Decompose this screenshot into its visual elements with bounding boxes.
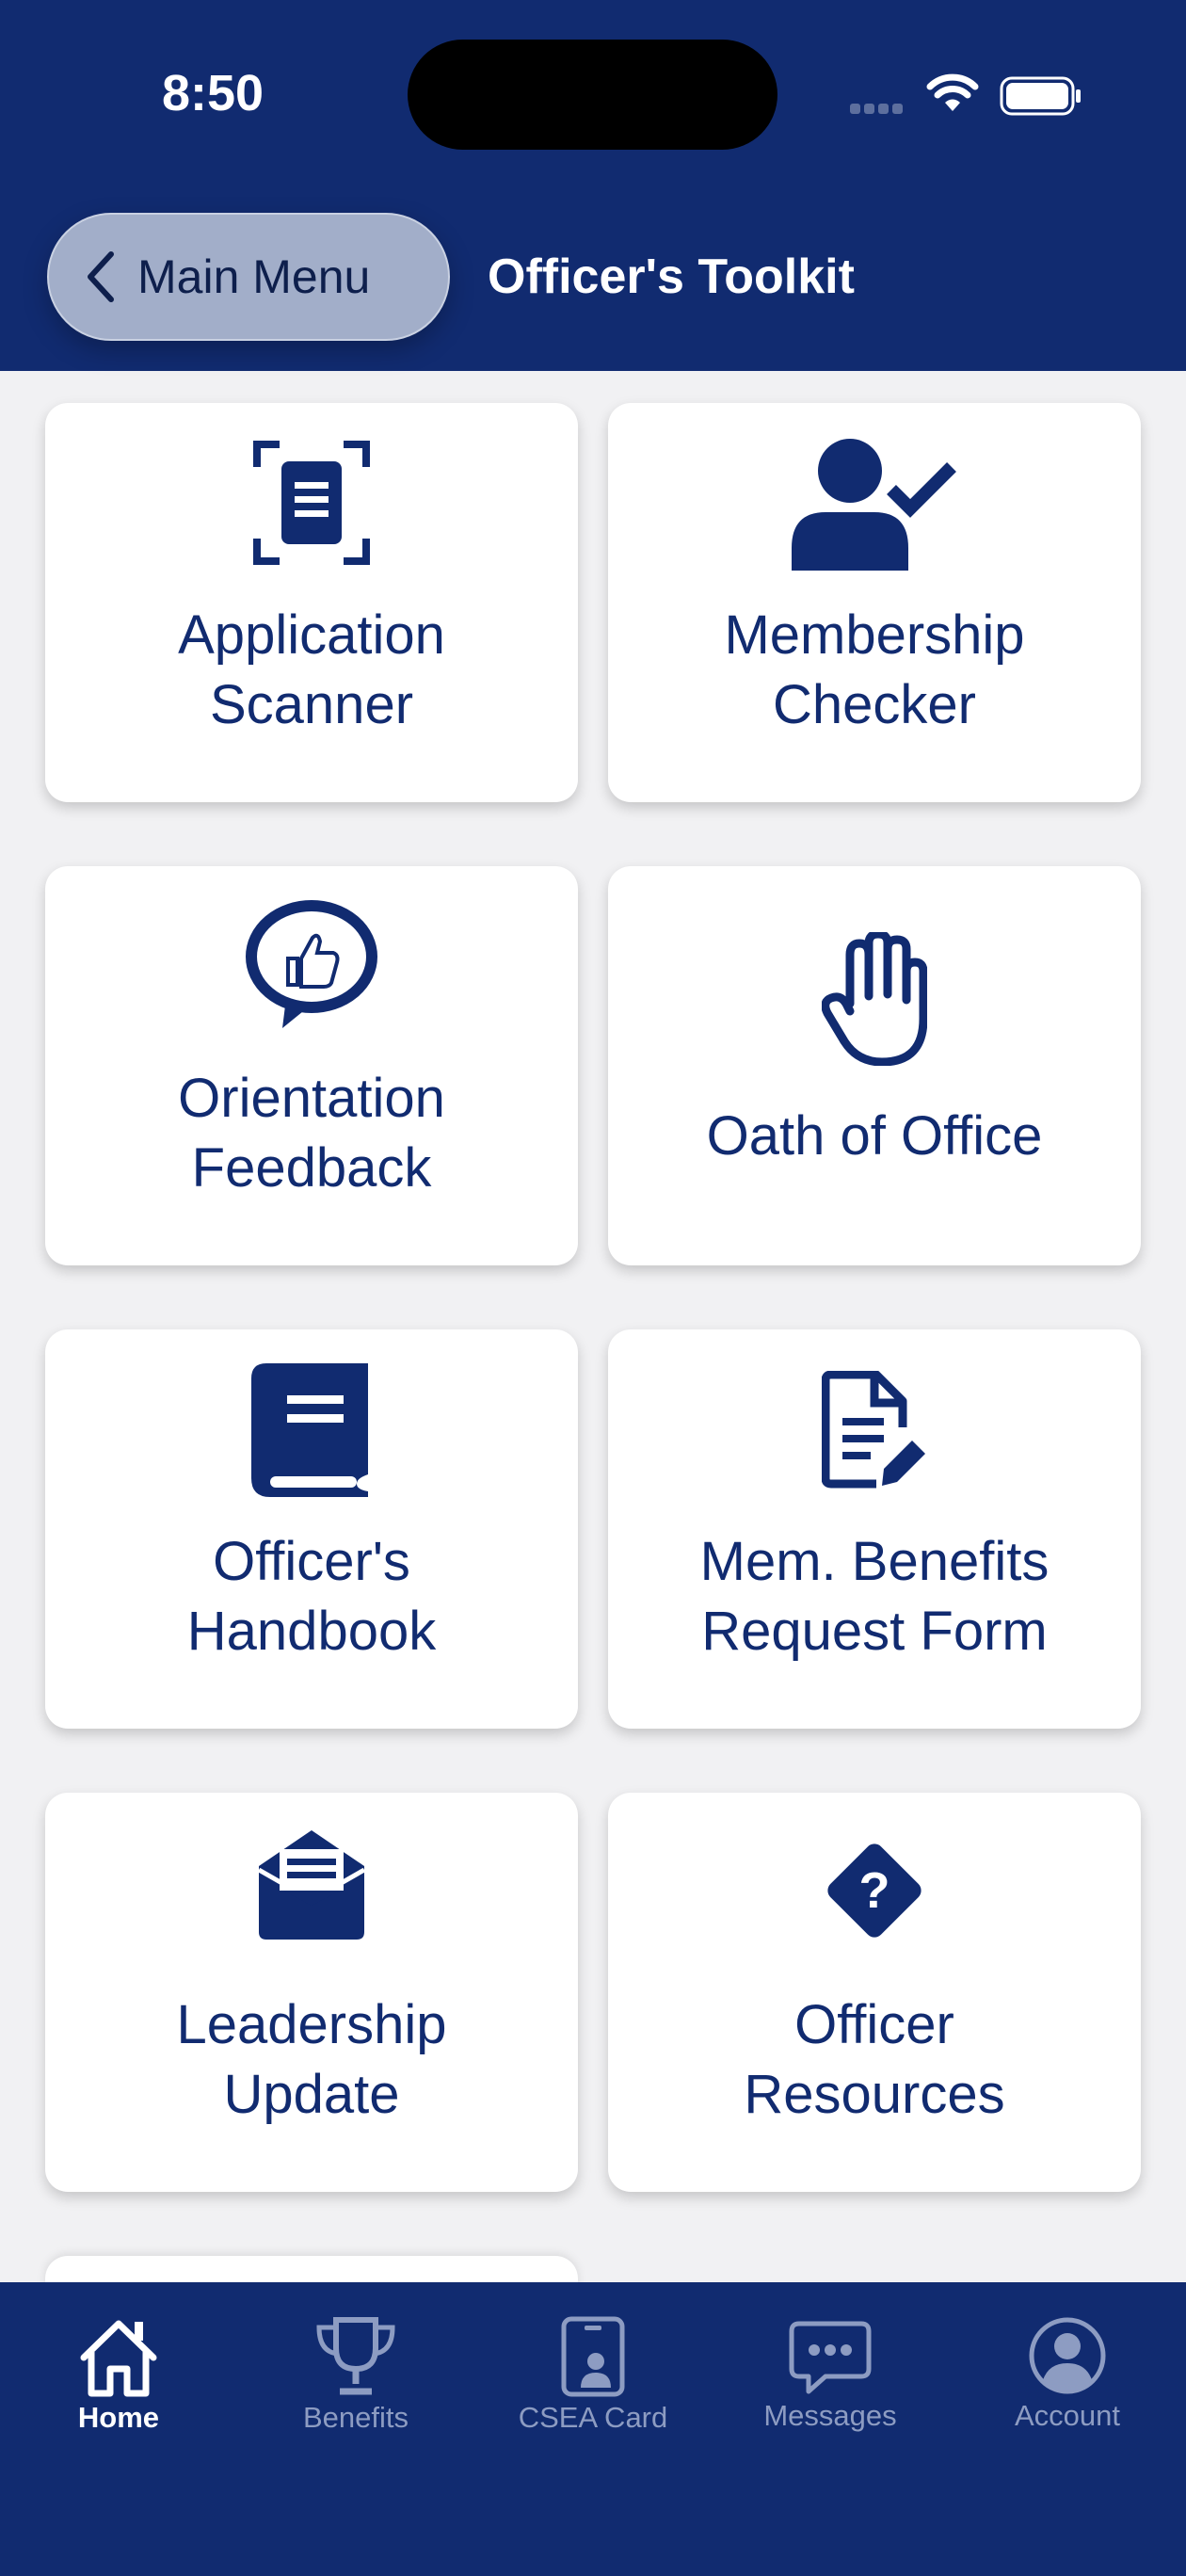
tile-leadership-update[interactable]: Leadership Update: [45, 1793, 578, 2192]
status-time: 8:50: [162, 65, 264, 121]
tile-label-line1: Officer: [794, 1994, 954, 2055]
tile-label-line1: Officer's: [213, 1531, 410, 1592]
tile-label-line2: Update: [223, 2064, 400, 2125]
raised-hand-icon: [608, 932, 1141, 1066]
tile-mem-benefits-request-form[interactable]: Mem. Benefits Request Form: [608, 1329, 1141, 1729]
battery-icon: [1000, 76, 1081, 116]
tile-officer-resources[interactable]: ? Officer Resources: [608, 1793, 1141, 2192]
dynamic-island: [408, 40, 777, 150]
user-check-icon: [608, 437, 1141, 571]
question-diamond-icon: ?: [608, 1834, 1141, 1947]
home-icon: [80, 2320, 157, 2397]
svg-text:?: ?: [859, 1862, 890, 1919]
account-circle-icon: [1029, 2317, 1106, 2394]
tab-label: Home: [77, 2401, 160, 2434]
tile-label-line2: Handbook: [186, 1601, 437, 1662]
tile-label-line1: Leadership: [176, 1994, 447, 2055]
document-scan-icon: [45, 441, 578, 565]
page-title: Officer's Toolkit: [488, 250, 855, 304]
tile-label-line1: Oath of Office: [706, 1105, 1043, 1167]
book-icon: [45, 1363, 578, 1497]
tile-officers-handbook[interactable]: Officer's Handbook: [45, 1329, 578, 1729]
tile-orientation-feedback[interactable]: Orientation Feedback: [45, 866, 578, 1265]
tab-label: Messages: [763, 2399, 897, 2432]
tile-label-line2: Scanner: [209, 674, 414, 735]
id-card-icon: [561, 2316, 625, 2397]
open-envelope-icon: [45, 1828, 578, 1941]
tile-label-line2: Resources: [744, 2064, 1005, 2125]
cellular-signal-icon: [850, 102, 906, 119]
tile-oath-of-office[interactable]: Oath of Office: [608, 866, 1141, 1265]
tab-label: Benefits: [302, 2401, 409, 2434]
back-button-label: Main Menu: [137, 250, 371, 303]
tab-benefits[interactable]: Benefits: [237, 2282, 474, 2434]
chevron-left-icon: [88, 251, 114, 302]
tab-home[interactable]: Home: [0, 2282, 237, 2434]
tile-label-line2: Checker: [773, 674, 976, 735]
back-button[interactable]: Main Menu: [47, 213, 450, 341]
app-header: 8:50 Main Menu Officer's Toolkit: [0, 0, 1186, 371]
tile-label-line2: Feedback: [191, 1137, 432, 1199]
document-edit-icon: [608, 1371, 1141, 1489]
tile-label-line2: Request Form: [701, 1601, 1048, 1662]
tile-label-line1: Orientation: [178, 1068, 445, 1129]
tab-bar: Home Benefits CSEA Card Messages Account: [0, 2282, 1186, 2576]
tile-label-line1: Application: [178, 604, 445, 666]
thumbs-up-speech-icon: [45, 898, 578, 1032]
tile-label-line1: Mem. Benefits: [699, 1531, 1050, 1592]
trophy-icon: [316, 2317, 395, 2395]
wifi-icon: [926, 73, 979, 111]
tile-membership-checker[interactable]: Membership Checker: [608, 403, 1141, 802]
chat-bubble-icon: [789, 2321, 872, 2394]
tab-messages[interactable]: Messages: [712, 2282, 949, 2433]
tab-label: CSEA Card: [518, 2401, 668, 2434]
tile-label-line1: Membership: [724, 604, 1025, 666]
tab-label: Account: [1014, 2399, 1120, 2432]
tab-csea-card[interactable]: CSEA Card: [474, 2282, 712, 2434]
tab-account[interactable]: Account: [949, 2282, 1186, 2433]
tile-application-scanner[interactable]: Application Scanner: [45, 403, 578, 802]
